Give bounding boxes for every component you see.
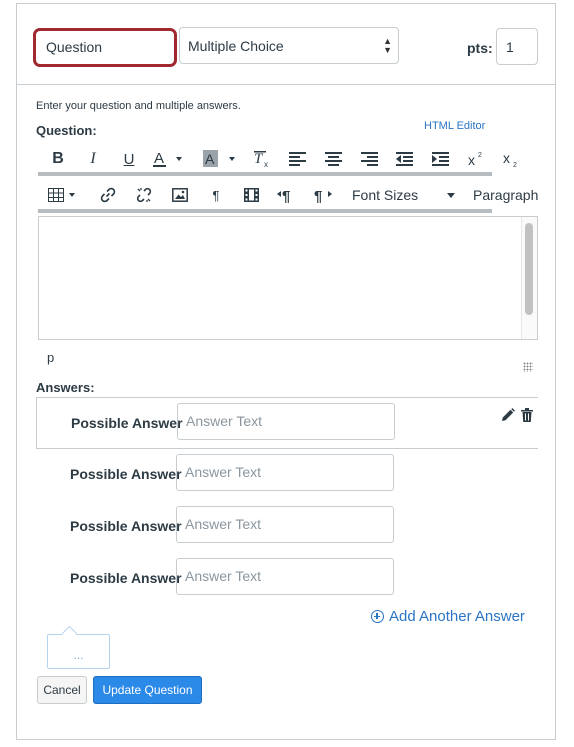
link-icon[interactable]: [98, 177, 118, 213]
answer-text-input[interactable]: Answer Text: [176, 558, 394, 595]
font-sizes-label: Font Sizes: [352, 187, 419, 203]
trash-icon[interactable]: [521, 408, 533, 427]
toolbar-divider: [38, 209, 492, 213]
svg-text:A: A: [205, 151, 215, 167]
toolbar-divider: [38, 172, 492, 176]
svg-text:x: x: [503, 150, 510, 166]
question-editor-panel: Question Multiple Choice ▲ ▼ pts: 1 Enter…: [16, 3, 556, 740]
select-arrows-icon: ▲ ▼: [383, 36, 392, 55]
possible-answer-label: Possible Answer: [70, 466, 182, 482]
possible-answer-label: Possible Answer: [70, 570, 182, 586]
editor-scrollbar-thumb[interactable]: [525, 223, 533, 315]
pencil-icon[interactable]: [501, 408, 515, 427]
cancel-button[interactable]: Cancel: [37, 676, 87, 704]
unlink-icon[interactable]: [134, 177, 154, 213]
paragraph-format-label: Paragraph: [473, 187, 539, 203]
paragraph-mark-icon[interactable]: ¶: [206, 177, 226, 213]
media-icon[interactable]: [241, 177, 261, 213]
resize-handle-icon[interactable]: [523, 362, 533, 372]
answer-row: Possible Answer Answer Text: [36, 501, 538, 553]
question-label: Question:: [36, 123, 97, 138]
possible-answer-label: Possible Answer: [70, 518, 182, 534]
svg-text:¶: ¶: [314, 188, 322, 203]
answers-label: Answers:: [36, 380, 95, 395]
add-another-answer-label: Add Another Answer: [389, 608, 525, 625]
answer-text-input[interactable]: Answer Text: [176, 454, 394, 491]
possible-answer-label: Possible Answer: [71, 415, 183, 431]
svg-text:2: 2: [478, 152, 482, 159]
svg-text:T: T: [254, 151, 264, 167]
editor-element-path: p: [47, 350, 55, 365]
instructions-text: Enter your question and multiple answers…: [36, 100, 241, 112]
plus-circle-icon: [371, 610, 384, 623]
answer-text-input[interactable]: Answer Text: [176, 506, 394, 543]
chevron-down-icon: [447, 193, 455, 198]
ltr-icon[interactable]: ¶: [275, 177, 297, 213]
font-sizes-dropdown[interactable]: Font Sizes: [352, 177, 462, 213]
question-type-select[interactable]: Multiple Choice ▲ ▼: [179, 27, 399, 64]
question-name-input[interactable]: Question: [33, 28, 177, 67]
points-label: pts:: [467, 40, 493, 56]
editor-toolbar-row-2: ¶ ¶ ¶ Font Sizes Paragraph: [38, 177, 540, 213]
rtl-icon[interactable]: ¶: [312, 177, 334, 213]
question-type-value: Multiple Choice: [188, 38, 284, 54]
paragraph-format-dropdown[interactable]: Paragraph: [473, 177, 538, 213]
answer-row-actions: [501, 408, 533, 427]
answer-text-input[interactable]: Answer Text: [177, 403, 395, 440]
svg-text:2: 2: [513, 162, 517, 168]
table-icon[interactable]: [48, 177, 80, 213]
image-icon[interactable]: [170, 177, 190, 213]
question-text-editor[interactable]: [38, 216, 538, 340]
answer-row: Possible Answer Answer Text: [36, 553, 538, 605]
update-question-button[interactable]: Update Question: [93, 676, 202, 704]
svg-text:x: x: [468, 152, 475, 168]
points-input[interactable]: 1: [496, 28, 538, 65]
answer-row: Possible Answer Answer Text: [36, 397, 538, 449]
add-another-answer-link[interactable]: Add Another Answer: [371, 608, 525, 625]
svg-text:¶: ¶: [282, 188, 290, 203]
svg-text:A: A: [154, 150, 164, 167]
answer-row: Possible Answer Answer Text: [36, 449, 538, 501]
html-editor-link[interactable]: HTML Editor: [424, 120, 485, 132]
general-comment-box[interactable]: ...: [47, 634, 110, 669]
question-header: Question Multiple Choice ▲ ▼ pts: 1: [17, 4, 555, 85]
svg-text:x: x: [264, 160, 268, 169]
subscript-icon[interactable]: x2: [503, 141, 523, 177]
